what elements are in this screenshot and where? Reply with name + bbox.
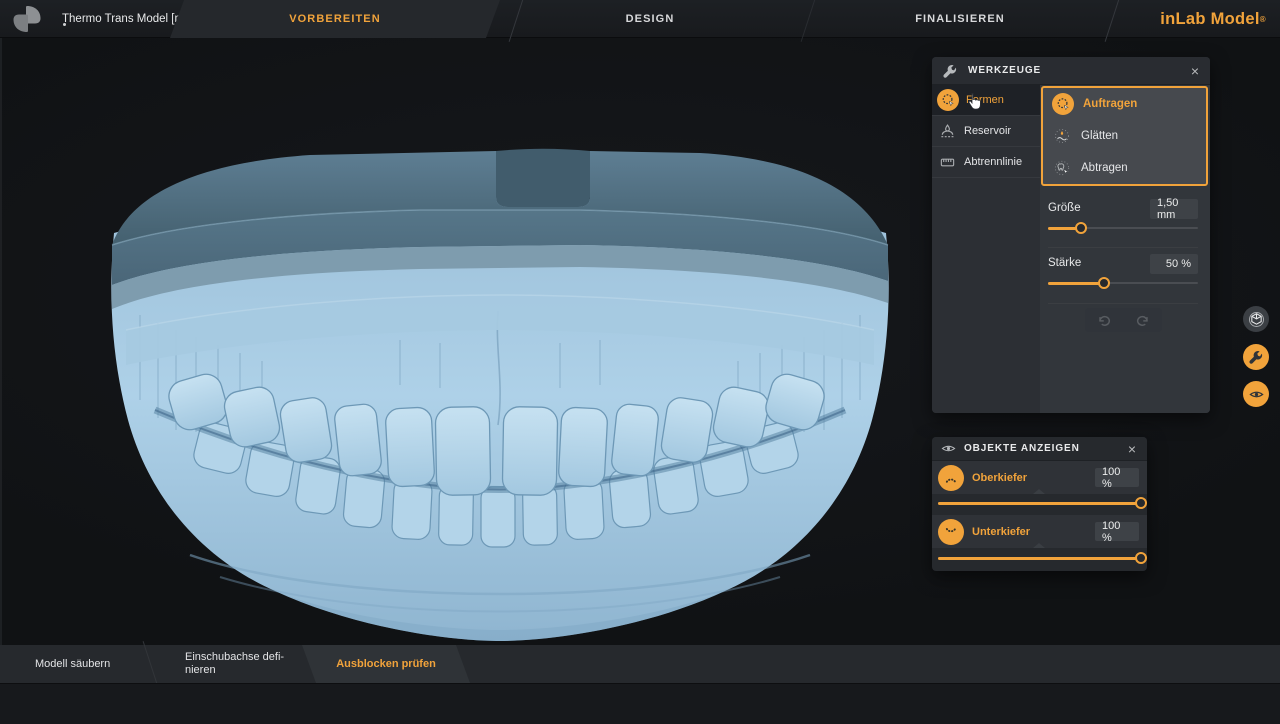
- eye-icon: [940, 441, 956, 457]
- tools-panel-header: WERKZEUGE ×: [932, 57, 1210, 85]
- top-tab-vorbereiten[interactable]: VORBEREITEN: [170, 0, 500, 38]
- slider-caret: [1033, 489, 1045, 494]
- separation-line-icon: [937, 152, 957, 172]
- hand-pointer-cursor: [968, 93, 985, 113]
- slider-fill: [938, 557, 1141, 560]
- tool-category-abtrennlinie[interactable]: Abtrennlinie: [932, 147, 1040, 178]
- step-ausblocken-pruefen[interactable]: Ausblocken prüfen: [302, 645, 470, 683]
- object-label: Oberkiefer: [972, 472, 1027, 484]
- object-label: Unterkiefer: [972, 526, 1030, 538]
- divider: [1048, 247, 1198, 248]
- objects-panel-title: OBJEKTE ANZEIGEN: [964, 443, 1080, 454]
- footer-bar: [0, 683, 1280, 724]
- top-bar-separator: [1105, 0, 1121, 42]
- slider-fill: [1048, 282, 1104, 285]
- eye-icon: [1249, 389, 1264, 400]
- mode-label: Glätten: [1081, 130, 1118, 142]
- canvas-edge-strip: [0, 38, 2, 645]
- groesse-value-box[interactable]: 1,50 mm: [1150, 199, 1198, 219]
- top-bar-separator: [509, 0, 525, 42]
- mode-label: Auftragen: [1083, 98, 1137, 110]
- step-separator: [143, 641, 159, 687]
- mode-label: Abtragen: [1081, 162, 1128, 174]
- staerke-label: Stärke: [1048, 257, 1081, 269]
- lower-jaw-arch-icon: [938, 519, 964, 545]
- objects-panel: OBJEKTE ANZEIGEN × Oberkiefer 100 % Unte…: [932, 437, 1147, 571]
- app-window: Thermo Trans Model [ni... VORBEREITEN DE…: [0, 0, 1280, 724]
- wrench-icon: [940, 61, 960, 81]
- step-modell-saeubern[interactable]: Modell säubern: [35, 645, 110, 683]
- staerke-value-box[interactable]: 50 %: [1150, 254, 1198, 274]
- brand-name: inLab Model: [1160, 10, 1260, 29]
- oberkiefer-value-box[interactable]: 100 %: [1095, 468, 1139, 487]
- brand-logo-text: inLab Model®: [1160, 0, 1266, 38]
- oberkiefer-slider[interactable]: [938, 497, 1141, 509]
- undo-redo-group: [1085, 308, 1162, 332]
- tool-category-formen[interactable]: Formen: [932, 85, 1040, 116]
- title-indicator-dot: [63, 23, 66, 26]
- slider-fill: [938, 502, 1141, 505]
- slider-knob[interactable]: [1098, 277, 1110, 289]
- tool-category-label: Abtrennlinie: [964, 156, 1022, 168]
- divider: [1048, 303, 1198, 304]
- view-cube-button[interactable]: [1243, 306, 1269, 332]
- upper-jaw-arch-icon: [938, 465, 964, 491]
- slider-caret: [1033, 543, 1045, 548]
- slider-knob[interactable]: [1075, 222, 1087, 234]
- top-tab-finalisieren[interactable]: FINALISIEREN: [895, 0, 1025, 38]
- mode-glaetten[interactable]: Glätten: [1043, 120, 1206, 152]
- objects-panel-close-button[interactable]: ×: [1117, 442, 1147, 456]
- reservoir-drop-icon: [937, 121, 957, 141]
- smooth-drop-icon: [1052, 126, 1072, 146]
- tool-category-label: Reservoir: [964, 125, 1011, 137]
- objects-panel-header: OBJEKTE ANZEIGEN ×: [932, 437, 1147, 461]
- dental-model-3d[interactable]: [100, 125, 900, 650]
- unterkiefer-slider[interactable]: [938, 552, 1141, 564]
- remove-tooth-cursor-icon: [1052, 158, 1072, 178]
- tool-category-reservoir[interactable]: Reservoir: [932, 116, 1040, 147]
- wrench-icon: [1249, 350, 1263, 364]
- tool-category-list: Formen Reservoir: [932, 85, 1040, 413]
- mode-abtragen[interactable]: Abtragen: [1043, 152, 1206, 184]
- redo-icon[interactable]: [1135, 314, 1150, 327]
- tools-panel-title: WERKZEUGE: [968, 65, 1041, 76]
- apply-sphere-cursor-icon: [1052, 93, 1074, 115]
- company-logo-icon: [12, 5, 42, 33]
- undo-icon[interactable]: [1097, 314, 1112, 327]
- formen-mode-group: Auftragen Glätten: [1041, 86, 1208, 186]
- mode-auftragen[interactable]: Auftragen: [1043, 88, 1206, 120]
- sphere-cursor-icon: [937, 89, 959, 111]
- step-einschubachse[interactable]: Einschubachse defi- nieren: [185, 651, 284, 677]
- top-bar-separator: [801, 0, 817, 42]
- tools-panel-close-button[interactable]: ×: [1180, 64, 1210, 78]
- groesse-label: Größe: [1048, 202, 1081, 214]
- slider-knob[interactable]: [1135, 497, 1147, 509]
- top-tab-design[interactable]: DESIGN: [600, 0, 700, 38]
- unterkiefer-value-box[interactable]: 100 %: [1095, 522, 1139, 541]
- show-objects-toggle-button[interactable]: [1243, 381, 1269, 407]
- top-bar: Thermo Trans Model [ni... VORBEREITEN DE…: [0, 0, 1280, 38]
- slider-knob[interactable]: [1135, 552, 1147, 564]
- step-label-line1: Einschubachse defi-: [185, 651, 284, 664]
- staerke-slider[interactable]: [1048, 277, 1198, 289]
- tools-toggle-button[interactable]: [1243, 344, 1269, 370]
- step-bar: Modell säubern Einschubachse defi- niere…: [0, 645, 1280, 683]
- step-label-line2: nieren: [185, 664, 284, 677]
- groesse-slider[interactable]: [1048, 222, 1198, 234]
- view-cube-icon: [1248, 311, 1265, 328]
- brand-reg-mark: ®: [1260, 15, 1266, 24]
